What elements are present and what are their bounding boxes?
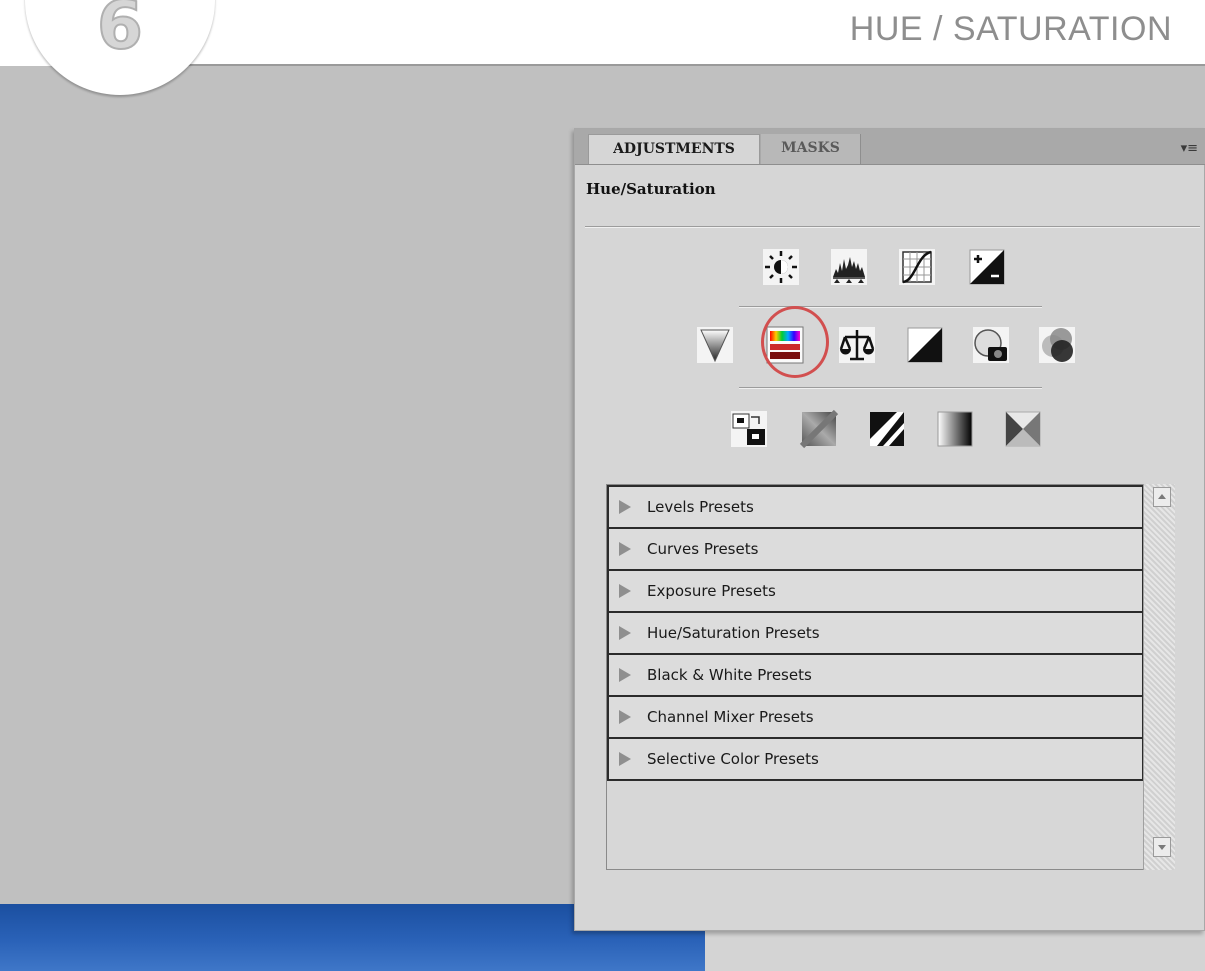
page-title: HUE / SATURATION [849,10,1172,48]
preset-label: Exposure Presets [647,582,776,600]
disclosure-triangle-icon[interactable] [619,668,631,682]
disclosure-triangle-icon[interactable] [619,626,631,640]
selective-color-icon[interactable] [1003,409,1043,449]
scroll-down-button[interactable] [1153,837,1171,857]
invert-icon[interactable] [729,409,769,449]
brightness-contrast-icon[interactable] [761,247,801,287]
preset-label: Levels Presets [647,498,754,516]
chevron-down-icon [1158,845,1166,850]
channel-mixer-icon[interactable] [1037,325,1077,365]
gradient-map-icon[interactable] [935,409,975,449]
scroll-up-button[interactable] [1153,487,1171,507]
preset-label: Hue/Saturation Presets [647,624,820,642]
posterize-icon[interactable] [799,409,839,449]
preset-label: Curves Presets [647,540,759,558]
disclosure-triangle-icon[interactable] [619,752,631,766]
step-badge: 6 [25,0,215,95]
preset-item-levels[interactable]: Levels Presets [607,485,1144,529]
divider [739,387,1042,389]
preset-item-black-white[interactable]: Black & White Presets [607,655,1144,697]
header-rule [150,64,1205,66]
threshold-icon[interactable] [867,409,907,449]
preset-item-hue-saturation[interactable]: Hue/Saturation Presets [607,613,1144,655]
preset-label: Black & White Presets [647,666,812,684]
chevron-up-icon [1158,494,1166,499]
vibrance-icon[interactable] [695,325,735,365]
exposure-icon[interactable] [967,247,1007,287]
disclosure-triangle-icon[interactable] [619,542,631,556]
highlight-ring [761,306,829,378]
photo-filter-icon[interactable] [971,325,1011,365]
disclosure-triangle-icon[interactable] [619,584,631,598]
levels-icon[interactable] [829,247,869,287]
black-white-icon[interactable] [905,325,945,365]
tab-masks[interactable]: MASKS [761,134,861,164]
color-balance-icon[interactable] [837,325,877,365]
panel-tabbar: ADJUSTMENTS MASKS ▾≡ [575,129,1205,165]
curves-icon[interactable] [897,247,937,287]
preset-label: Selective Color Presets [647,750,819,768]
panel-menu-icon[interactable]: ▾≡ [1181,141,1198,156]
presets-scrollbar[interactable] [1143,484,1175,870]
step-number: 6 [96,0,144,64]
disclosure-triangle-icon[interactable] [619,500,631,514]
preset-label: Channel Mixer Presets [647,708,814,726]
disclosure-triangle-icon[interactable] [619,710,631,724]
presets-list: Levels Presets Curves Presets Exposure P… [606,484,1175,870]
tab-adjustments[interactable]: ADJUSTMENTS [588,134,760,164]
canvas-background [705,930,1205,971]
preset-item-exposure[interactable]: Exposure Presets [607,571,1144,613]
preset-item-curves[interactable]: Curves Presets [607,529,1144,571]
divider [585,226,1200,228]
presets-items: Levels Presets Curves Presets Exposure P… [607,485,1144,781]
preset-item-channel-mixer[interactable]: Channel Mixer Presets [607,697,1144,739]
preset-item-selective-color[interactable]: Selective Color Presets [607,739,1144,781]
panel-title: Hue/Saturation [586,180,716,198]
adjustments-panel: ADJUSTMENTS MASKS ▾≡ Hue/Saturation Leve… [574,128,1205,931]
